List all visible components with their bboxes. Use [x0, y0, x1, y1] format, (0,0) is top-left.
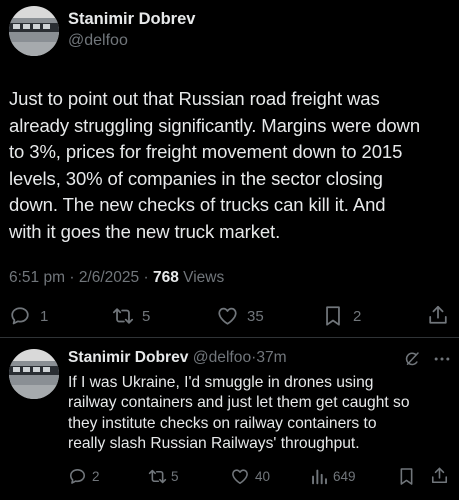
reply-tweet-text: If I was Ukraine, I'd smuggle in drones … — [68, 373, 456, 455]
main-tweet-line: levels, 30% of companies in the sector c… — [9, 167, 383, 189]
main-tweet-line: already struggling significantly. Margin… — [9, 114, 421, 136]
views-label: Views — [183, 269, 225, 286]
reply-reply-button[interactable]: 2 — [68, 467, 100, 486]
reply-header: Stanimir Dobrev @delfoo·37m — [68, 349, 287, 367]
repost-count: 5 — [142, 307, 151, 325]
reply-share-button[interactable] — [430, 466, 449, 485]
reply-count: 1 — [40, 307, 49, 325]
tweet-time[interactable]: 6:51 pm — [9, 269, 65, 286]
share-button[interactable] — [427, 304, 449, 326]
main-avatar[interactable] — [9, 6, 59, 56]
bookmark-icon — [323, 305, 343, 327]
like-icon — [216, 305, 239, 327]
repost-count: 5 — [171, 469, 179, 484]
reply-bookmark-button[interactable] — [398, 467, 415, 486]
tweet-date[interactable]: 2/6/2025 — [79, 269, 139, 286]
main-author-handle[interactable]: @delfoo — [68, 32, 128, 50]
meta-separator: · — [143, 269, 149, 286]
like-icon — [230, 467, 250, 486]
main-tweet-line: with it goes the new truck market. — [9, 220, 281, 242]
reply-tweet-line: they institute checks on railway contain… — [68, 414, 377, 432]
main-tweet-text: Just to point out that Russian road frei… — [9, 86, 454, 246]
views-count: 768 — [152, 269, 179, 286]
main-author-name[interactable]: Stanimir Dobrev — [68, 10, 195, 29]
reply-age[interactable]: 37m — [256, 349, 286, 366]
reply-like-button[interactable]: 40 — [230, 467, 270, 486]
more-icon[interactable] — [432, 350, 452, 373]
bookmark-button[interactable]: 2 — [323, 305, 361, 327]
views-count: 649 — [333, 469, 356, 484]
tweet-divider — [0, 337, 459, 338]
repost-icon — [147, 467, 168, 486]
reply-tweet-line: If I was Ukraine, I'd smuggle in drones … — [68, 374, 374, 391]
meta-separator: · — [69, 269, 75, 286]
views-icon — [310, 467, 328, 486]
reply-tweet-line: railway containers and just let them get… — [68, 394, 410, 412]
reply-button[interactable]: 1 — [9, 305, 48, 327]
bookmark-count: 2 — [353, 307, 362, 325]
reply-views-button[interactable]: 649 — [310, 467, 356, 486]
reply-count: 2 — [92, 469, 100, 484]
share-icon — [427, 304, 449, 326]
bookmark-icon — [398, 467, 415, 486]
main-tweet-line: Just to point out that Russian road frei… — [9, 88, 380, 109]
share-icon — [430, 466, 449, 485]
like-count: 40 — [255, 469, 271, 484]
reply-icon — [9, 305, 31, 327]
like-button[interactable]: 35 — [216, 305, 264, 327]
reply-tweet-line: really slash Russian Railways' throughpu… — [68, 435, 360, 453]
reply-author-handle[interactable]: @delfoo — [193, 349, 251, 366]
reply-author-name[interactable]: Stanimir Dobrev — [68, 349, 188, 366]
main-tweet-meta: 6:51 pm · 2/6/2025 · 768 Views — [9, 269, 224, 287]
repost-icon — [111, 305, 135, 327]
reply-repost-button[interactable]: 5 — [147, 467, 179, 486]
repost-button[interactable]: 5 — [111, 305, 150, 327]
reply-avatar[interactable] — [9, 349, 59, 399]
main-tweet-line: to 3%, prices for freight movement down … — [9, 141, 403, 163]
main-tweet-line: down. The new checks of trucks can kill … — [9, 194, 386, 216]
like-count: 35 — [247, 307, 264, 325]
reply-icon — [68, 467, 87, 486]
grok-icon[interactable] — [403, 350, 421, 373]
